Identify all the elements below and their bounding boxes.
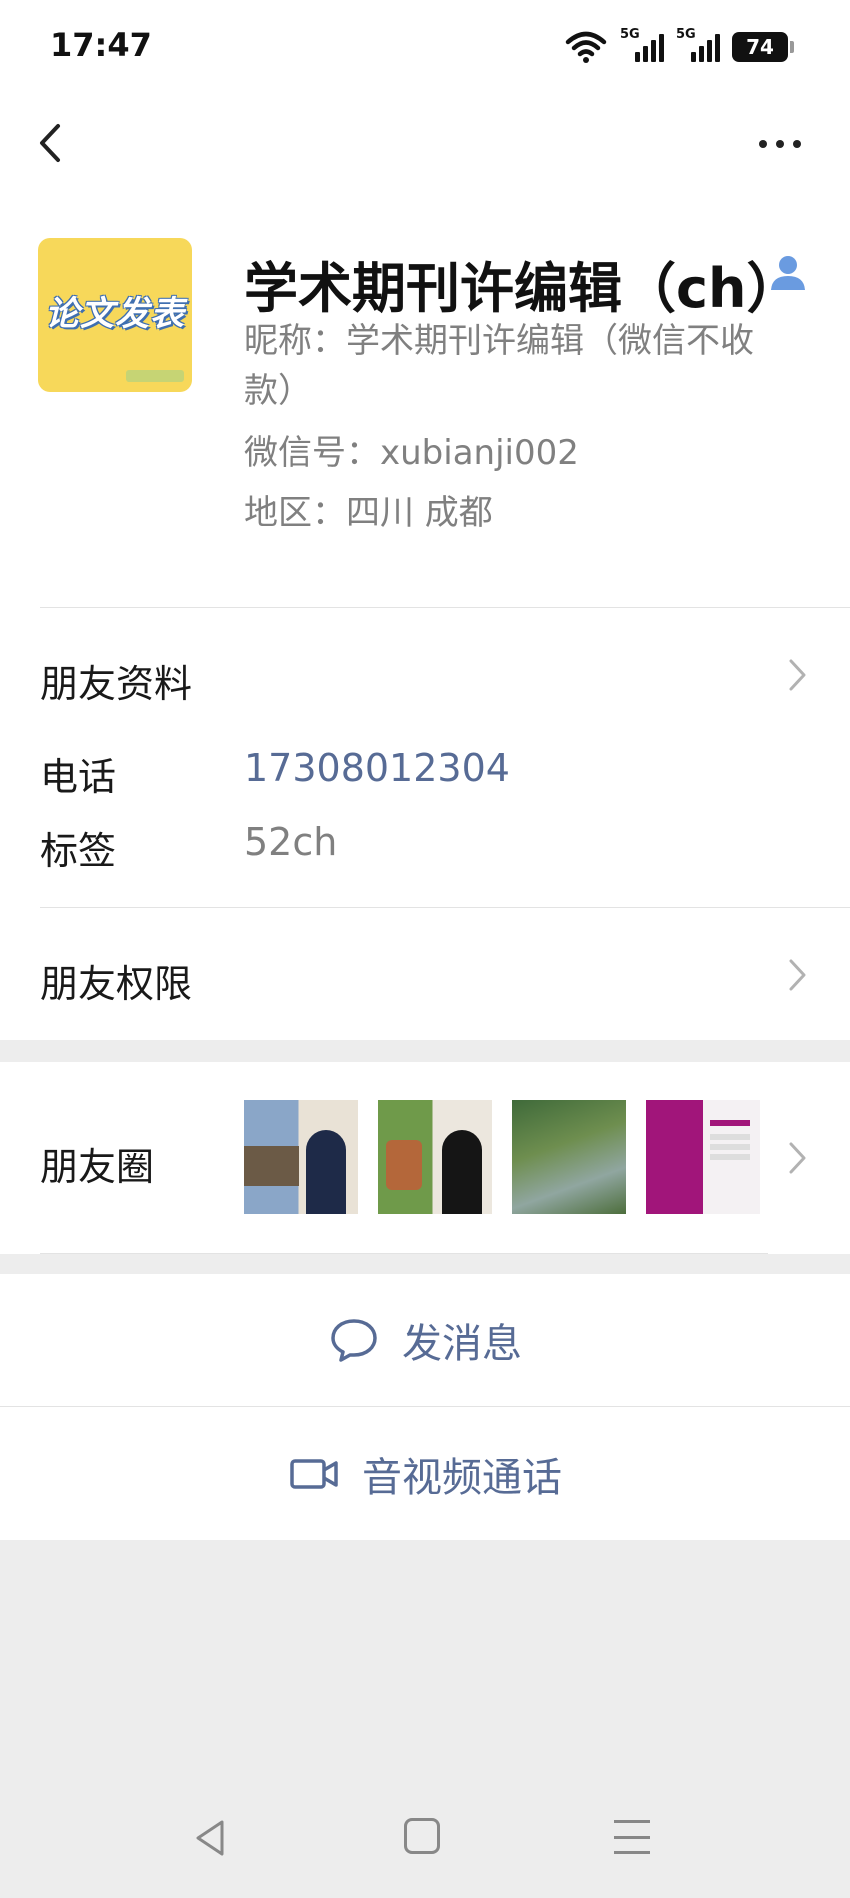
battery-level: 74: [746, 35, 774, 59]
battery-icon: 74: [732, 32, 794, 62]
divider: [40, 1253, 768, 1254]
moment-photo[interactable]: [378, 1100, 492, 1214]
avatar[interactable]: 论文发表: [38, 238, 192, 392]
moment-photo[interactable]: [244, 1100, 358, 1214]
status-time: 17:47: [50, 26, 152, 64]
system-home-icon[interactable]: [404, 1818, 440, 1854]
tag-value[interactable]: 52ch: [244, 820, 337, 864]
send-message-button[interactable]: 发消息: [0, 1274, 850, 1406]
system-back-icon[interactable]: [190, 1816, 234, 1860]
send-message-label: 发消息: [402, 1321, 522, 1367]
wechat-id: 微信号：xubianji002: [244, 433, 579, 473]
region: 地区：四川 成都: [244, 493, 493, 533]
status-icons: 5G 5G 74: [564, 27, 794, 64]
chat-bubble-icon: [331, 1319, 377, 1362]
status-bar: 17:47 5G 5G 74: [0, 0, 850, 96]
friend-info-label: 朋友资料: [40, 662, 193, 706]
chevron-right-icon: [789, 959, 806, 991]
nav-bar: [0, 96, 850, 192]
more-icon[interactable]: [750, 132, 810, 156]
video-camera-icon: [290, 1459, 338, 1489]
moments-label: 朋友圈: [40, 1145, 155, 1189]
profile-name: 学术期刊许编辑（ch）: [244, 257, 801, 320]
av-call-button[interactable]: 音视频通话: [0, 1408, 850, 1540]
avatar-badge: [126, 370, 184, 382]
signal-1-icon: 5G: [620, 27, 664, 64]
chevron-right-icon: [789, 1142, 806, 1174]
divider: [0, 1406, 850, 1407]
system-nav-bar: [0, 1800, 850, 1880]
moment-photo[interactable]: [512, 1100, 626, 1214]
divider: [40, 607, 850, 608]
friend-permissions-label: 朋友权限: [40, 962, 193, 1006]
moments-thumbnails: [244, 1100, 760, 1214]
signal-2-icon: 5G: [676, 27, 720, 64]
moment-photo[interactable]: [646, 1100, 760, 1214]
av-call-label: 音视频通话: [362, 1455, 562, 1501]
phone-number[interactable]: 17308012304: [244, 746, 510, 790]
divider: [40, 907, 850, 908]
tag-label: 标签: [40, 829, 117, 873]
back-arrow-icon[interactable]: [28, 118, 78, 168]
friend-info-row[interactable]: 朋友资料: [0, 620, 850, 730]
nickname: 昵称：学术期刊许编辑（微信不收款）: [244, 321, 754, 411]
phone-label: 电话: [40, 755, 117, 799]
system-menu-icon[interactable]: [614, 1820, 650, 1854]
wifi-icon: [565, 31, 607, 63]
avatar-text: 论文发表: [45, 294, 185, 334]
friend-permissions-row[interactable]: 朋友权限: [0, 920, 850, 1040]
chevron-right-icon: [789, 659, 806, 691]
verified-user-icon: [771, 256, 805, 290]
